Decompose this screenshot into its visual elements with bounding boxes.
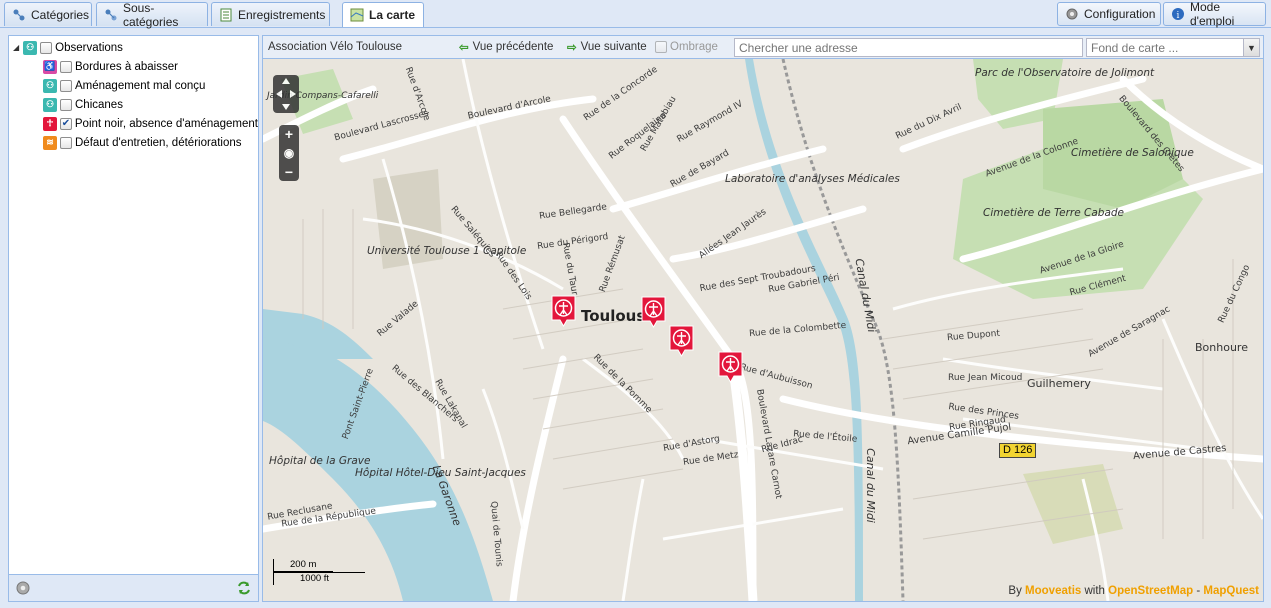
chevron-down-icon[interactable]: ▼ bbox=[1243, 39, 1259, 56]
map-icon bbox=[350, 8, 364, 22]
basemap-placeholder: Fond de carte ... bbox=[1091, 40, 1179, 55]
attrib-by: By bbox=[1008, 585, 1022, 597]
pedestrian-icon: ♿ bbox=[43, 59, 57, 74]
zoom-in-button[interactable]: + bbox=[285, 127, 293, 141]
tab-records-label: Enregistrements bbox=[238, 7, 326, 22]
map-label: Rue Jean Micoud bbox=[948, 373, 1023, 383]
tree-node-chicanes[interactable]: ⚇ Chicanes bbox=[9, 95, 258, 114]
next-view-label: Vue suivante bbox=[580, 41, 647, 53]
observations-label: Observations bbox=[55, 41, 123, 54]
tree-footer bbox=[9, 574, 258, 601]
pan-control[interactable] bbox=[273, 75, 299, 113]
info-icon: i bbox=[1171, 7, 1185, 21]
previous-view-button[interactable]: ⇦ Vue précédente bbox=[459, 39, 553, 55]
danger-icon: ☥ bbox=[43, 116, 57, 131]
shade-label: Ombrage bbox=[670, 41, 718, 53]
category-tree: ◢ ⚇ Observations ♿ Bordures à abaisser ⚇… bbox=[9, 36, 258, 574]
map-panel: Association Vélo Toulouse ⇦ Vue précéden… bbox=[262, 35, 1264, 602]
tab-bar: Catégories Sous-catégories Enregistremen… bbox=[0, 0, 1271, 29]
point-noir-marker[interactable] bbox=[718, 351, 743, 383]
arrow-left-icon: ⇦ bbox=[459, 42, 469, 54]
tree-node-observations[interactable]: ◢ ⚇ Observations bbox=[9, 38, 258, 57]
zoom-control: + ◉ − bbox=[279, 125, 299, 181]
map-scale: 200 m 1000 ft bbox=[273, 559, 365, 589]
scale-metric: 200 m bbox=[273, 559, 333, 572]
amenagement-checkbox[interactable] bbox=[60, 79, 72, 92]
map-label: Guilhemery bbox=[1027, 377, 1091, 390]
category-tree-panel: ◢ ⚇ Observations ♿ Bordures à abaisser ⚇… bbox=[8, 35, 259, 602]
scale-imperial: 1000 ft bbox=[273, 572, 365, 585]
map-label: Canal du Midi bbox=[863, 448, 877, 523]
expand-arrow-icon[interactable]: ◢ bbox=[13, 43, 19, 52]
point-noir-marker[interactable] bbox=[669, 325, 694, 357]
arrow-right-icon: ⇨ bbox=[567, 42, 577, 54]
configuration-label: Configuration bbox=[1084, 7, 1156, 21]
settings-gear-icon[interactable] bbox=[15, 580, 31, 599]
defaut-checkbox[interactable] bbox=[60, 136, 72, 149]
map-toolbar: Association Vélo Toulouse ⇦ Vue précéden… bbox=[263, 36, 1263, 59]
zoom-out-button[interactable]: − bbox=[285, 165, 293, 179]
bicycle-icon: ⚇ bbox=[43, 97, 57, 112]
tab-map[interactable]: La carte bbox=[342, 2, 424, 27]
tab-map-label: La carte bbox=[369, 8, 416, 22]
tab-subcategories[interactable]: Sous-catégories bbox=[96, 0, 208, 29]
point-noir-label: Point noir, absence d'aménagement bbox=[74, 117, 258, 130]
attrib-mapquest-link[interactable]: MapQuest bbox=[1203, 585, 1259, 597]
tree-node-bordures[interactable]: ♿ Bordures à abaisser bbox=[9, 57, 258, 76]
map-label: Hôpital Hôtel-Dieu Saint-Jacques bbox=[355, 467, 526, 479]
help-label: Mode d'emploi bbox=[1190, 0, 1235, 28]
chicanes-label: Chicanes bbox=[75, 98, 123, 111]
bordures-label: Bordures à abaisser bbox=[75, 60, 178, 73]
tab-categories-label: Catégories bbox=[31, 7, 90, 22]
bicycle-icon: ⚇ bbox=[43, 78, 57, 93]
observations-icon: ⚇ bbox=[23, 40, 38, 55]
amenagement-label: Aménagement mal conçu bbox=[75, 79, 206, 92]
chicanes-checkbox[interactable] bbox=[60, 98, 72, 111]
map-attribution: By Mooveatis with OpenStreetMap - MapQue… bbox=[1008, 585, 1259, 597]
shade-toggle[interactable]: Ombrage bbox=[655, 39, 718, 55]
attrib-dash: - bbox=[1196, 585, 1201, 597]
subcategories-icon bbox=[104, 8, 118, 22]
configuration-button[interactable]: Configuration bbox=[1057, 2, 1161, 26]
map-label: Cimetière de Terre Cabade bbox=[983, 207, 1124, 219]
attrib-osm-link[interactable]: OpenStreetMap bbox=[1108, 585, 1193, 597]
map-label: Parc de l'Observatoire de Jolimont bbox=[975, 67, 1154, 79]
shade-checkbox[interactable] bbox=[655, 41, 667, 53]
point-noir-marker[interactable] bbox=[551, 295, 576, 327]
map-label: Laboratoire d'analyses Médicales bbox=[725, 173, 900, 185]
tree-node-amenagement[interactable]: ⚇ Aménagement mal conçu bbox=[9, 76, 258, 95]
tree-node-point-noir[interactable]: ☥ ✔ Point noir, absence d'aménagement bbox=[9, 114, 258, 133]
road-number-badge: D 126 bbox=[999, 443, 1037, 458]
globe-icon[interactable]: ◉ bbox=[284, 146, 294, 160]
map-label: Bonhoure bbox=[1195, 341, 1248, 354]
map-title: Association Vélo Toulouse bbox=[268, 41, 403, 53]
defaut-label: Défaut d'entretien, détériorations bbox=[75, 136, 242, 149]
tree-node-defaut[interactable]: ≋ Défaut d'entretien, détériorations bbox=[9, 133, 258, 152]
attrib-with: with bbox=[1084, 585, 1105, 597]
point-noir-marker[interactable] bbox=[641, 296, 666, 328]
address-search-input[interactable] bbox=[734, 38, 1083, 57]
refresh-icon[interactable] bbox=[236, 580, 252, 599]
previous-view-label: Vue précédente bbox=[472, 41, 554, 53]
tab-records[interactable]: Enregistrements bbox=[211, 2, 330, 26]
basemap-select[interactable]: Fond de carte ... ▼ bbox=[1086, 38, 1260, 57]
gear-icon bbox=[1065, 7, 1079, 21]
categories-icon bbox=[12, 8, 26, 22]
tab-subcategories-label: Sous-catégories bbox=[123, 0, 179, 29]
map-label: Hôpital de la Grave bbox=[269, 455, 370, 467]
attrib-mooveatis-link[interactable]: Mooveatis bbox=[1025, 585, 1081, 597]
bordures-checkbox[interactable] bbox=[60, 60, 72, 73]
tab-categories[interactable]: Catégories bbox=[4, 2, 92, 26]
road-damage-icon: ≋ bbox=[43, 135, 57, 150]
svg-text:i: i bbox=[1177, 11, 1180, 21]
observations-checkbox[interactable] bbox=[40, 41, 53, 54]
map-label: Cimetière de Salonique bbox=[1071, 147, 1194, 159]
next-view-button[interactable]: ⇨ Vue suivante bbox=[567, 39, 647, 55]
point-noir-checkbox[interactable]: ✔ bbox=[59, 117, 72, 130]
records-icon bbox=[219, 8, 233, 22]
help-button[interactable]: i Mode d'emploi bbox=[1163, 0, 1266, 28]
map-canvas[interactable]: Boulevard Lascrosses Boulevard d'Arcole … bbox=[263, 59, 1263, 601]
map-label: Université Toulouse 1 Capitole bbox=[367, 245, 526, 257]
